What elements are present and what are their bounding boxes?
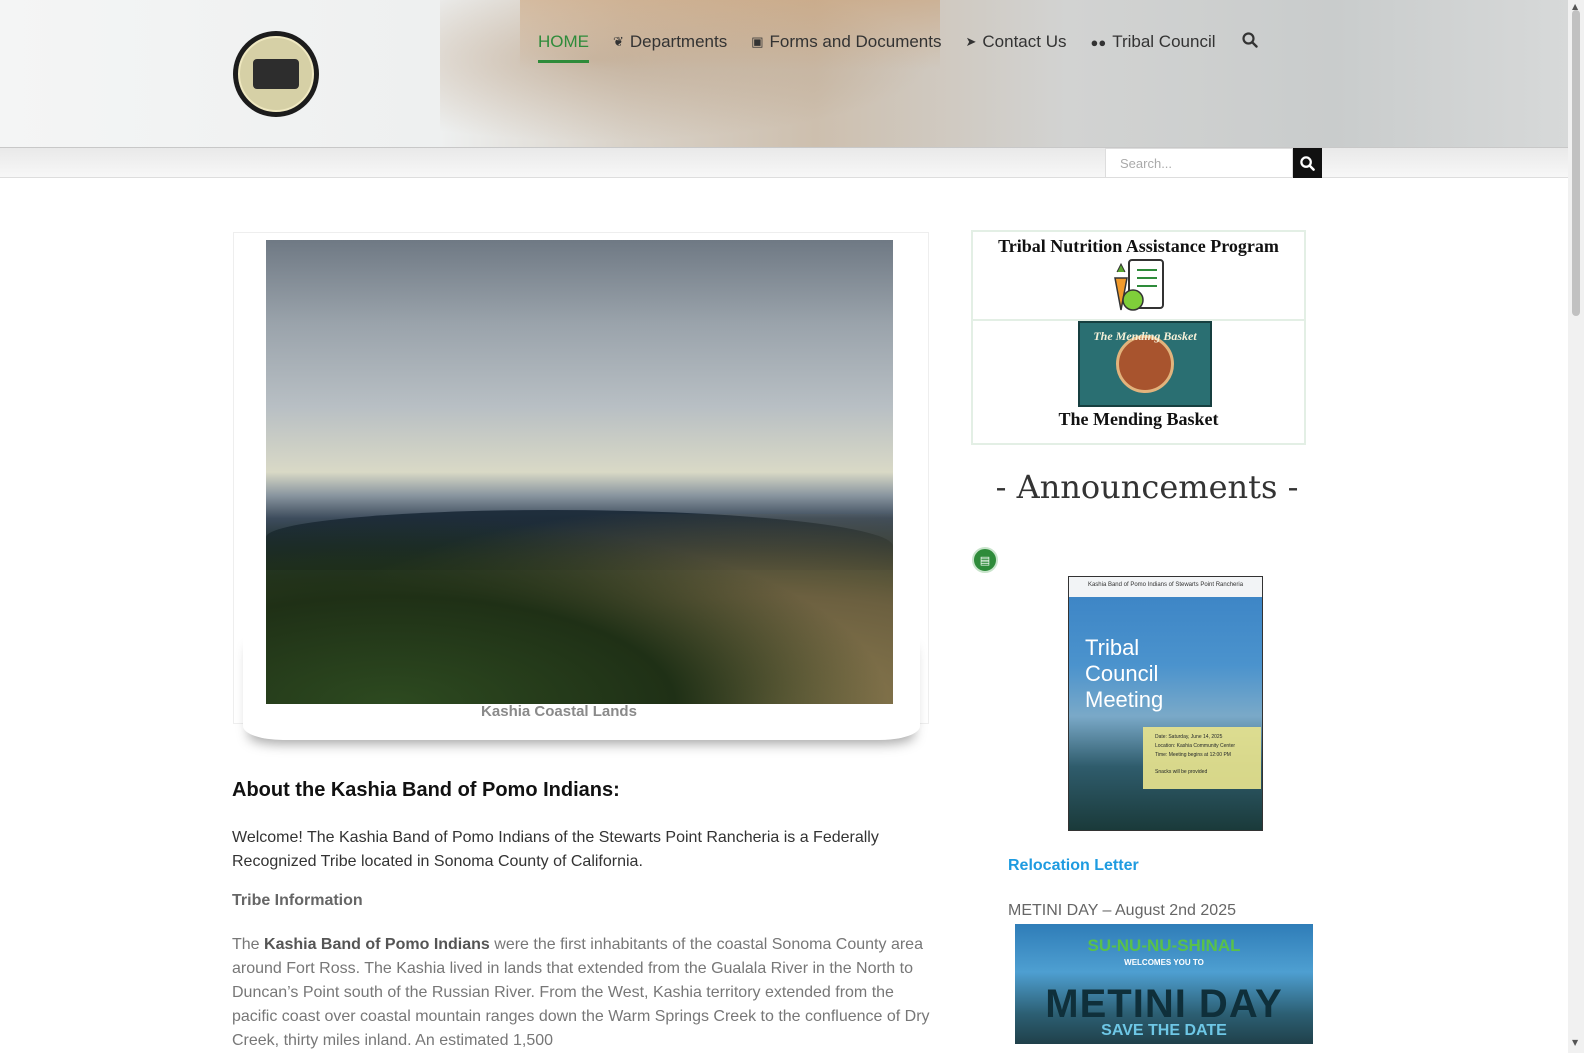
nav-council-label: Tribal Council xyxy=(1112,32,1216,51)
poster-details-box: Date: Saturday, June 14, 2025 Location: … xyxy=(1143,727,1261,789)
nav-departments-label: Departments xyxy=(629,32,728,51)
nav-search-icon[interactable] xyxy=(1241,31,1258,53)
tribe-info-heading: Tribe Information xyxy=(232,892,363,909)
leaf-icon: ❦ xyxy=(613,34,624,49)
poster-header: Kashia Band of Pomo Indians of Stewarts … xyxy=(1069,577,1262,597)
mending-basket-logo-text: The Mending Basket xyxy=(1093,329,1197,343)
hero-hills xyxy=(266,514,893,704)
tribal-logo[interactable] xyxy=(233,31,319,117)
scrollbar-thumb[interactable] xyxy=(1572,10,1580,316)
search-submit-button[interactable] xyxy=(1293,148,1322,178)
tnap-title[interactable]: Tribal Nutrition Assistance Program xyxy=(973,236,1304,257)
nav-forms-and-documents[interactable]: ▣ Forms and Documents xyxy=(751,30,941,54)
document-icon: ▤ xyxy=(972,547,998,573)
tribal-council-meeting-poster[interactable]: Kashia Band of Pomo Indians of Stewarts … xyxy=(1068,576,1263,831)
nav-departments[interactable]: ❦ Departments xyxy=(613,30,727,54)
poster-detail-time: Time: Meeting begins at 12:00 PM xyxy=(1155,752,1231,758)
logo-ring xyxy=(238,36,314,112)
mending-basket-logo[interactable]: The Mending Basket xyxy=(1078,321,1212,407)
metini-line3: METINI DAY xyxy=(1045,982,1283,1026)
briefcase-icon: ▣ xyxy=(751,34,764,49)
welcome-paragraph: Welcome! The Kashia Band of Pomo Indians… xyxy=(232,829,879,870)
search-strip xyxy=(0,148,1568,178)
program-links-card: Tribal Nutrition Assistance Program The … xyxy=(971,230,1306,445)
about-title: About the Kashia Band of Pomo Indians: xyxy=(232,779,620,801)
nutrition-icon[interactable] xyxy=(1107,256,1173,314)
nav-home-label: HOME xyxy=(538,32,589,51)
tribe-info-paragraph: The Kashia Band of Pomo Indians were the… xyxy=(232,933,932,1053)
poster-detail-location: Location: Kashia Community Center xyxy=(1155,743,1236,749)
relocation-letter-link[interactable]: Relocation Letter xyxy=(1008,857,1139,875)
nav-tribal-council[interactable]: ●● Tribal Council xyxy=(1090,30,1215,54)
metini-line1: SU-NU-NU-SHINAL xyxy=(1087,936,1241,955)
poster-detail-snacks: Snacks will be provided xyxy=(1155,769,1208,775)
page-scrollbar[interactable]: ▲ ▼ xyxy=(1568,0,1584,1053)
mending-basket-title[interactable]: The Mending Basket xyxy=(973,409,1304,430)
metini-day-label: METINI DAY – August 2nd 2025 xyxy=(1008,902,1236,919)
nav-forms-label: Forms and Documents xyxy=(769,32,942,51)
metini-line2: WELCOMES YOU TO xyxy=(1124,958,1204,967)
main-nav: HOME ❦ Departments ▣ Forms and Documents… xyxy=(538,30,1258,63)
metini-line4: SAVE THE DATE xyxy=(1101,1022,1227,1039)
search-input[interactable]: Search... xyxy=(1105,148,1293,178)
nav-home[interactable]: HOME xyxy=(538,30,589,63)
tribe-name-bold: Kashia Band of Pomo Indians xyxy=(264,936,490,953)
nav-contact-label: Contact Us xyxy=(982,32,1067,51)
paper-plane-icon: ➤ xyxy=(965,34,977,49)
tribe-text-prefix: The xyxy=(232,936,265,953)
poster-title: Tribal Council Meeting xyxy=(1085,635,1164,712)
hero-caption: Kashia Coastal Lands xyxy=(481,703,637,720)
poster-detail-date: Date: Saturday, June 14, 2025 xyxy=(1155,734,1223,740)
announcements-title: - Announcements - xyxy=(995,468,1299,506)
search-icon xyxy=(1241,31,1258,48)
users-icon: ●● xyxy=(1090,34,1107,50)
logo-building-icon xyxy=(253,59,299,89)
nav-contact-us[interactable]: ➤ Contact Us xyxy=(965,30,1066,54)
scroll-down-arrow-icon[interactable]: ▼ xyxy=(1572,1038,1578,1047)
hero-image xyxy=(266,240,893,704)
metini-day-image[interactable]: SU-NU-NU-SHINAL WELCOMES YOU TO METINI D… xyxy=(1015,924,1313,1044)
search-icon xyxy=(1300,155,1315,171)
